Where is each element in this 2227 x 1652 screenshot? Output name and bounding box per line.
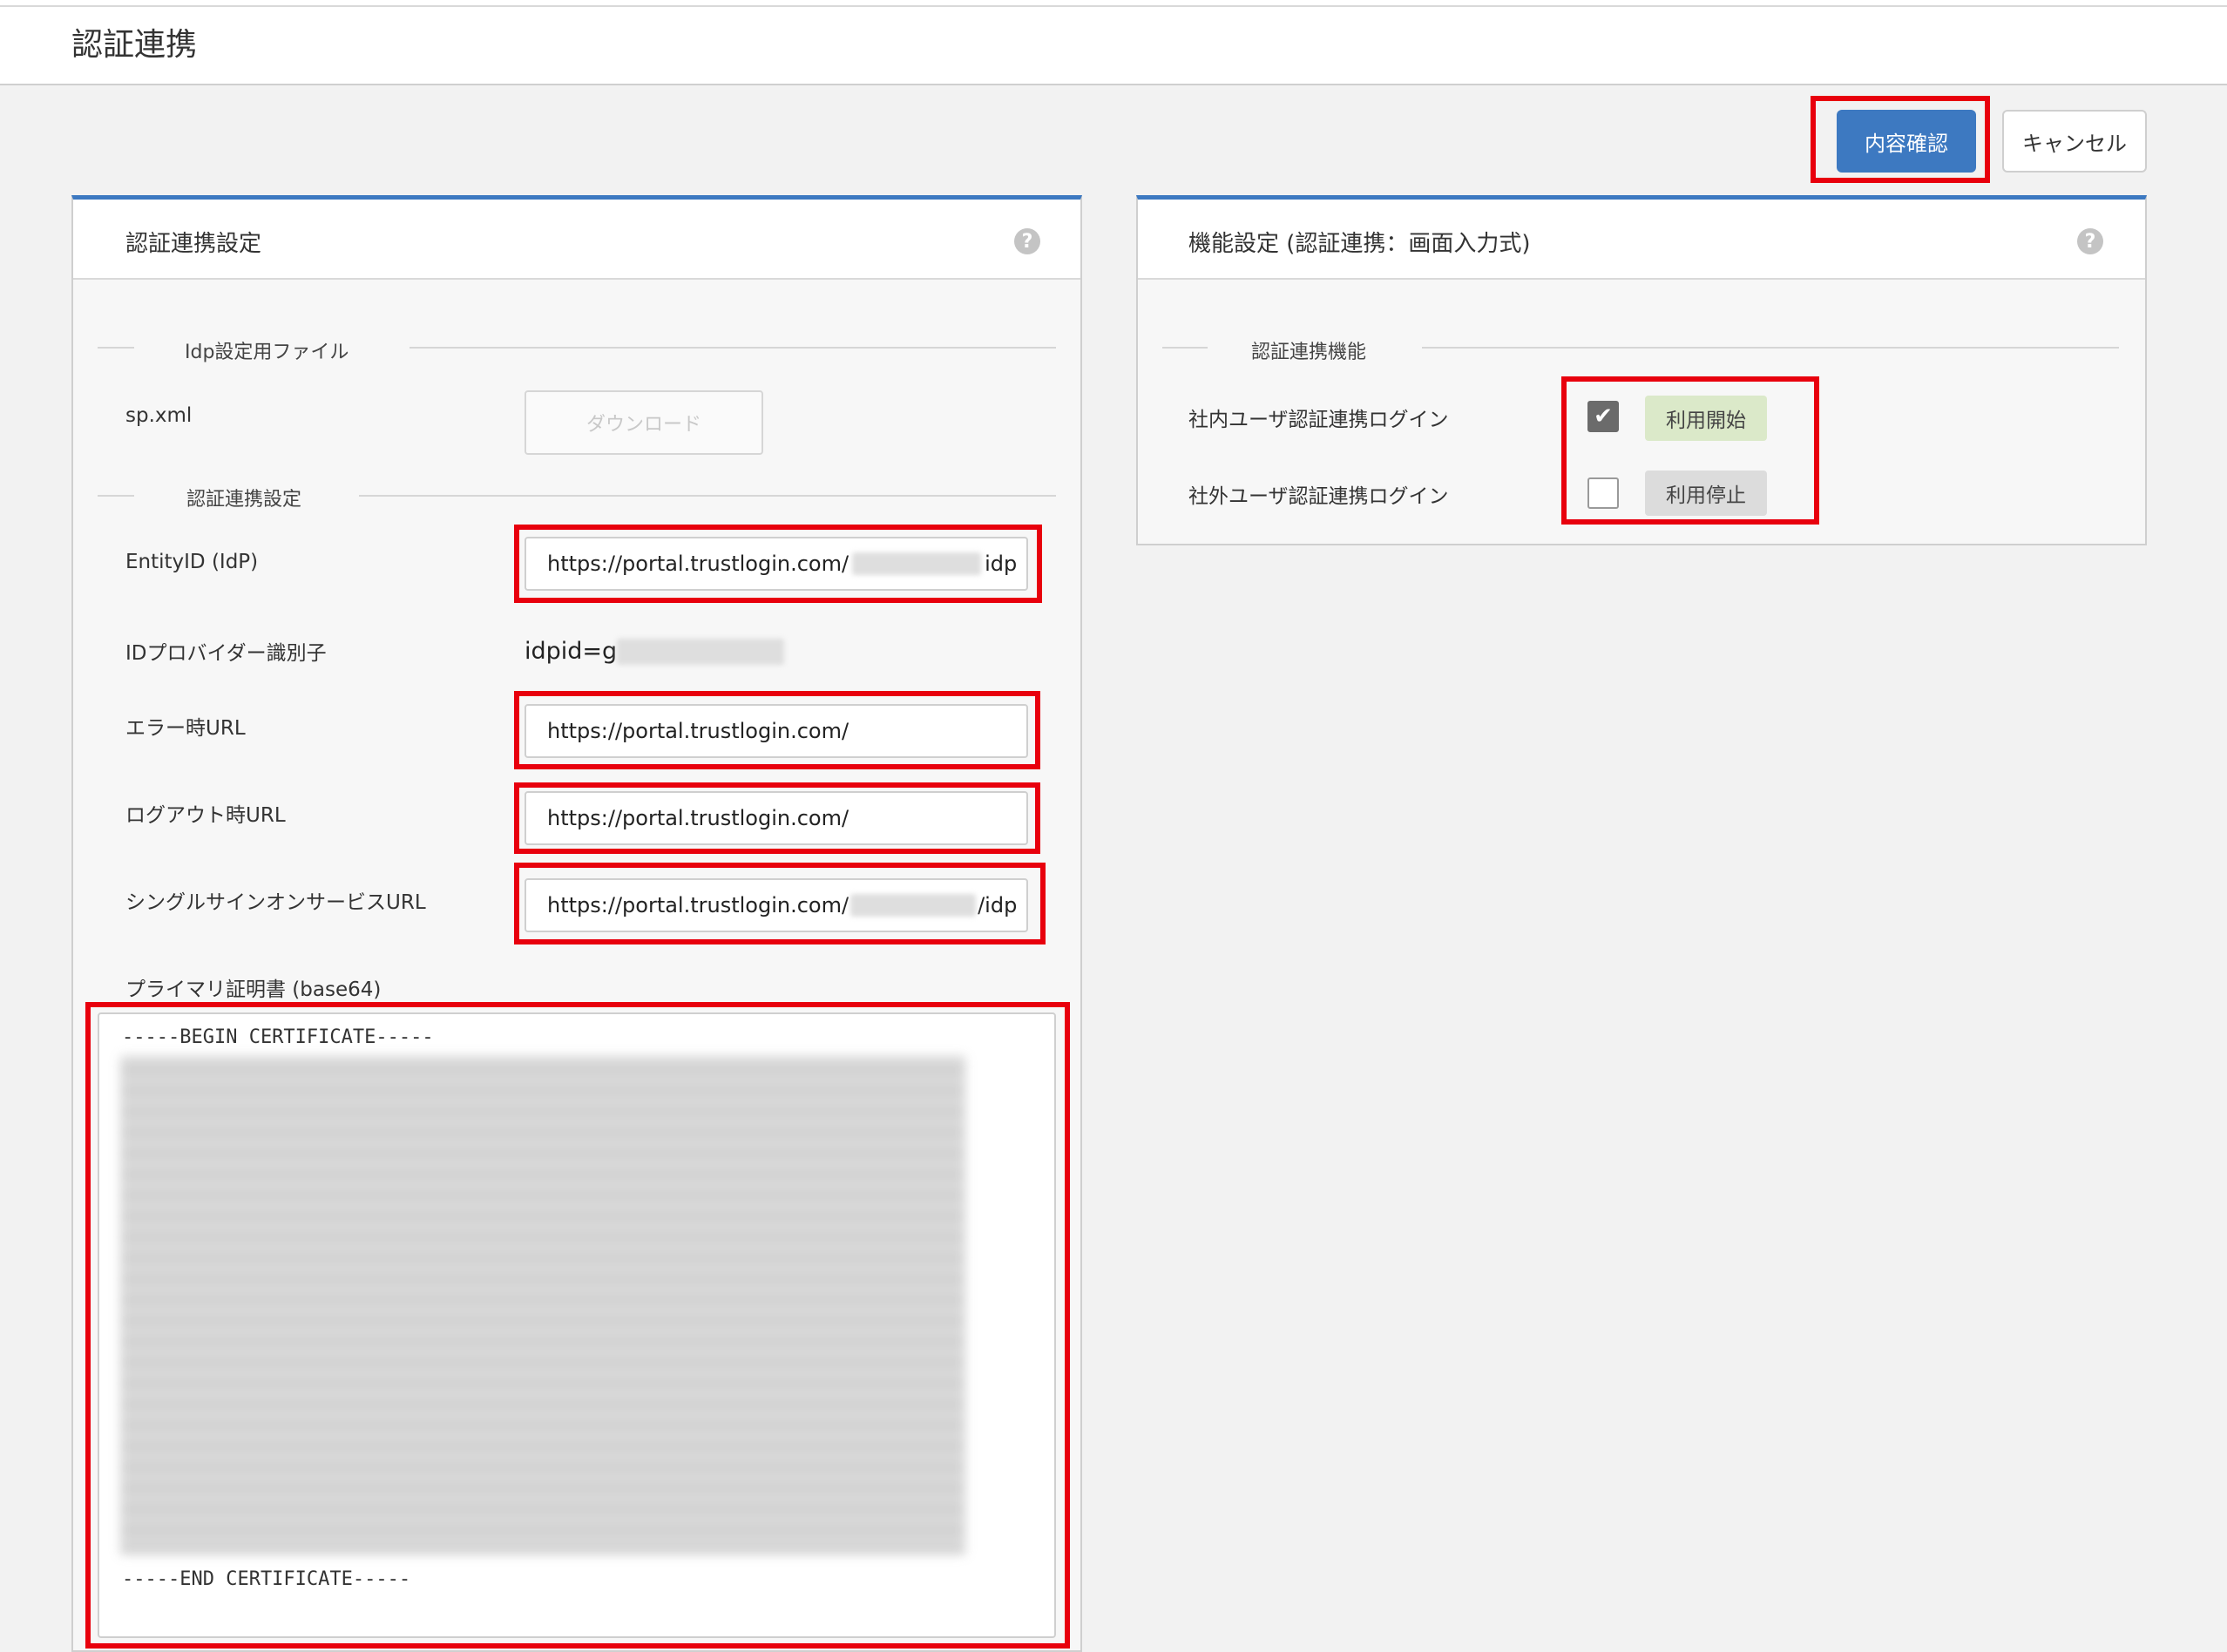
- confirm-button[interactable]: 内容確認: [1837, 110, 1976, 173]
- external-user-login-label: 社外ユーザ認証連携ログイン: [1188, 485, 1449, 508]
- section-divider: [1422, 347, 2119, 349]
- cancel-button[interactable]: キャンセル: [2002, 110, 2147, 173]
- top-border: [0, 0, 2227, 7]
- redacted-certificate-body: [120, 1056, 965, 1554]
- internal-user-login-checkbox[interactable]: ✔: [1587, 401, 1619, 432]
- auth-settings-panel-title: 認証連携設定: [125, 231, 262, 257]
- section-divider: [98, 495, 134, 497]
- certificate-begin-line: -----BEGIN CERTIFICATE-----: [122, 1026, 434, 1048]
- idp-identifier-label: IDプロバイダー識別子: [125, 642, 327, 665]
- section-divider: [98, 347, 134, 349]
- section-divider: [410, 347, 1056, 349]
- idp-identifier-prefix: idpid=g: [525, 638, 618, 665]
- download-button[interactable]: ダウンロード: [525, 390, 763, 455]
- status-badge: 利用停止: [1645, 471, 1767, 516]
- idp-identifier-value: idpid=g: [525, 638, 785, 665]
- redacted-text: [852, 552, 982, 575]
- idp-file-section-label: Idp設定用ファイル: [185, 342, 349, 363]
- sso-url-label: シングルサインオンサービスURL: [125, 891, 426, 914]
- section-divider: [359, 495, 1056, 497]
- question-circle-icon[interactable]: ?: [1014, 228, 1040, 254]
- section-divider: [1162, 347, 1208, 349]
- internal-user-login-label: 社内ユーザ認証連携ログイン: [1188, 409, 1449, 431]
- page-title: 認証連携: [71, 27, 198, 63]
- certificate-end-line: -----END CERTIFICATE-----: [122, 1568, 411, 1590]
- logout-url-input[interactable]: https://portal.trustlogin.com/: [525, 791, 1028, 845]
- question-circle-icon[interactable]: ?: [2077, 228, 2103, 254]
- page-header: [0, 7, 2227, 85]
- redacted-text: [850, 894, 977, 917]
- entity-id-input[interactable]: https://portal.trustlogin.com/ idp: [525, 537, 1028, 591]
- redacted-text: [617, 638, 785, 665]
- entity-id-value-prefix: https://portal.trustlogin.com/: [547, 552, 850, 576]
- auth-feature-section-label: 認証連携機能: [1251, 342, 1367, 363]
- error-url-label: エラー時URL: [125, 717, 246, 740]
- external-user-login-checkbox[interactable]: [1587, 477, 1619, 509]
- logout-url-label: ログアウト時URL: [125, 804, 286, 827]
- sso-url-value-suffix: /idp: [978, 893, 1018, 917]
- sp-xml-label: sp.xml: [125, 404, 193, 427]
- entity-id-value-suffix: idp: [985, 552, 1018, 576]
- check-icon: ✔: [1594, 403, 1613, 430]
- status-badge: 利用開始: [1645, 396, 1767, 441]
- entity-id-label: EntityID (IdP): [125, 551, 259, 573]
- sso-url-value-prefix: https://portal.trustlogin.com/: [547, 893, 850, 917]
- auth-settings-section-label: 認証連携設定: [186, 489, 302, 511]
- feature-settings-panel-title: 機能設定 (認証連携：画面入力式): [1188, 231, 1531, 257]
- certificate-label: プライマリ証明書 (base64): [125, 978, 382, 1001]
- error-url-input[interactable]: https://portal.trustlogin.com/: [525, 704, 1028, 758]
- sso-url-input[interactable]: https://portal.trustlogin.com/ /idp: [525, 878, 1028, 932]
